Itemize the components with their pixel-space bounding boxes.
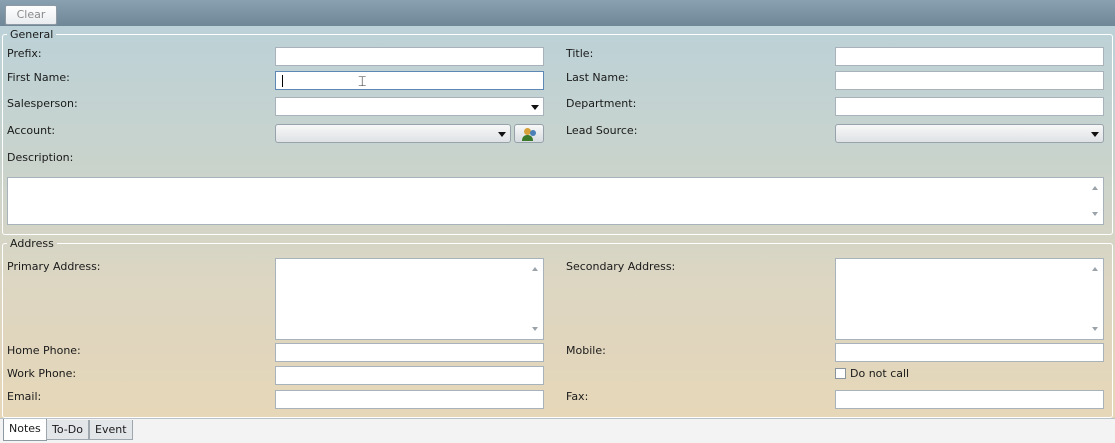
chevron-down-icon[interactable] [531, 105, 539, 110]
do-not-call-checkbox[interactable] [835, 368, 846, 379]
account-combobox[interactable] [275, 124, 511, 143]
toolbar: Clear [0, 0, 1115, 27]
text-caret [282, 75, 283, 87]
last-name-label: Last Name: [566, 71, 629, 84]
home-phone-label: Home Phone: [7, 344, 81, 357]
lead-source-combobox[interactable] [835, 124, 1104, 143]
scroll-down-icon[interactable] [532, 327, 538, 331]
first-name-label: First Name: [7, 71, 70, 84]
tab-to-do[interactable]: To-Do [46, 420, 89, 440]
description-textarea[interactable] [7, 177, 1104, 225]
bottom-tabbar: Notes To-Do Event [0, 418, 1115, 443]
chevron-down-icon[interactable] [498, 132, 506, 137]
do-not-call-label: Do not call [850, 367, 910, 380]
user-lookup-icon-body [522, 135, 533, 141]
first-name-input[interactable]: ⌶ [275, 71, 544, 90]
clear-button[interactable]: Clear [5, 5, 57, 25]
primary-address-label: Primary Address: [7, 260, 101, 273]
scroll-up-icon[interactable] [1092, 186, 1098, 190]
last-name-input[interactable] [835, 71, 1104, 90]
title-input[interactable] [835, 47, 1104, 66]
account-label: Account: [7, 124, 56, 137]
description-label: Description: [7, 151, 74, 164]
secondary-address-label: Secondary Address: [566, 260, 676, 273]
general-legend: General [10, 28, 54, 41]
scroll-down-icon[interactable] [1092, 327, 1098, 331]
mobile-input[interactable] [835, 343, 1104, 362]
contact-form: General Prefix: Title: First Name: ⌶ Las… [0, 26, 1115, 418]
prefix-label: Prefix: [7, 47, 42, 60]
mobile-label: Mobile: [566, 344, 606, 357]
email-label: Email: [7, 390, 42, 403]
scroll-up-icon[interactable] [532, 267, 538, 271]
account-lookup-button[interactable] [514, 124, 544, 143]
scroll-down-icon[interactable] [1092, 212, 1098, 216]
scroll-up-icon[interactable] [1092, 267, 1098, 271]
chevron-down-icon[interactable] [1091, 132, 1099, 137]
fax-label: Fax: [566, 390, 589, 403]
work-phone-input[interactable] [275, 366, 544, 385]
title-label: Title: [566, 47, 594, 60]
work-phone-label: Work Phone: [7, 367, 77, 380]
salesperson-label: Salesperson: [7, 97, 78, 110]
address-legend: Address [10, 237, 54, 250]
lead-source-label: Lead Source: [566, 124, 638, 137]
email-input[interactable] [275, 390, 544, 409]
fax-input[interactable] [835, 390, 1104, 409]
primary-address-textarea[interactable] [275, 258, 544, 340]
home-phone-input[interactable] [275, 343, 544, 362]
salesperson-combobox[interactable] [275, 97, 544, 116]
secondary-address-textarea[interactable] [835, 258, 1104, 340]
prefix-input[interactable] [275, 47, 544, 66]
department-label: Department: [566, 97, 637, 110]
department-input[interactable] [835, 97, 1104, 116]
tab-notes[interactable]: Notes [3, 419, 47, 441]
ibeam-cursor-icon: ⌶ [358, 74, 367, 90]
tab-event[interactable]: Event [89, 420, 133, 440]
